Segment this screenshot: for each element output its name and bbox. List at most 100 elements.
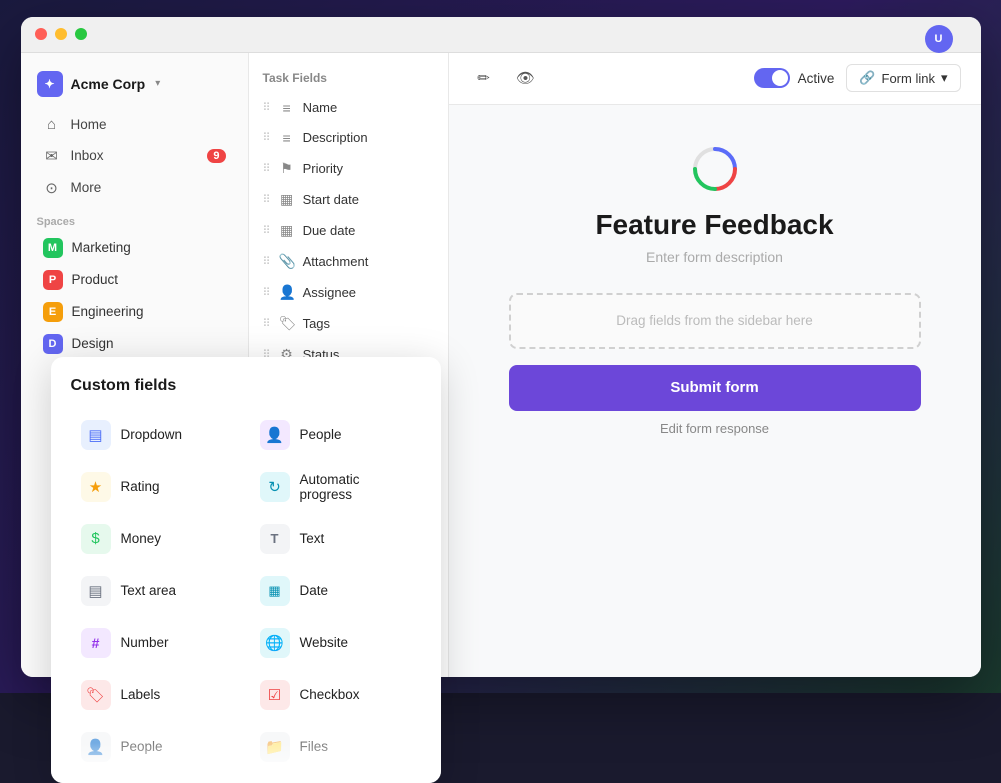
date-icon: ▦: [260, 576, 290, 606]
drag-handle-icon: ⠿: [263, 193, 271, 206]
form-link-chevron-icon: ▾: [941, 70, 948, 86]
custom-fields-grid: ▤ Dropdown 👤 People ★ Rating ↻ Automatic…: [71, 411, 421, 771]
description-field-icon: ≡: [279, 130, 295, 146]
field-startdate-label: Start date: [303, 192, 359, 207]
task-fields-label: Task Fields: [249, 67, 448, 93]
priority-field-icon: ⚑: [279, 160, 295, 177]
cf-item-number[interactable]: # Number: [71, 619, 242, 667]
custom-fields-popup: Custom fields ▤ Dropdown 👤 People ★ Rati…: [51, 357, 441, 783]
cf-item-date[interactable]: ▦ Date: [250, 567, 421, 615]
drag-handle-icon: ⠿: [263, 286, 271, 299]
field-start-date[interactable]: ⠿ ▦ Start date: [249, 184, 448, 215]
sidebar-item-more[interactable]: ⊙ More: [27, 172, 242, 204]
cf-people-label: People: [300, 427, 342, 442]
money-icon: $: [81, 524, 111, 554]
cf-item-money[interactable]: $ Money: [71, 515, 242, 563]
cf-text-label: Text: [300, 531, 325, 546]
dropdown-icon: ▤: [81, 420, 111, 450]
cf-item-text-area[interactable]: ▤ Text area: [71, 567, 242, 615]
sidebar-item-product[interactable]: P Product: [27, 264, 242, 296]
form-description: Enter form description: [646, 249, 783, 265]
checkbox-icon: ☑: [260, 680, 290, 710]
cf-item-website[interactable]: 🌐 Website: [250, 619, 421, 667]
cf-website-label: Website: [300, 635, 349, 650]
drop-zone: Drag fields from the sidebar here: [509, 293, 921, 349]
field-attachment[interactable]: ⠿ 📎 Attachment: [249, 246, 448, 277]
cf-date-label: Date: [300, 583, 329, 598]
cf-dropdown-label: Dropdown: [121, 427, 183, 442]
marketing-space-icon: M: [43, 238, 63, 258]
more-icon: ⊙: [43, 179, 61, 197]
edit-button[interactable]: ✏: [469, 63, 499, 93]
spinner: [691, 145, 739, 193]
active-label: Active: [798, 71, 835, 86]
cf-people2-label: People: [121, 739, 163, 754]
titlebar: U: [21, 17, 981, 53]
cf-item-files[interactable]: 📁 Files: [250, 723, 421, 771]
rating-icon: ★: [81, 472, 111, 502]
drag-handle-icon: ⠿: [263, 101, 271, 114]
preview-button[interactable]: 👁: [511, 63, 541, 93]
active-switch[interactable]: [754, 68, 790, 88]
design-label: Design: [72, 336, 114, 351]
name-field-icon: ≡: [279, 100, 295, 116]
cf-text-area-label: Text area: [121, 583, 177, 598]
sidebar-item-marketing[interactable]: M Marketing: [27, 232, 242, 264]
field-due-date[interactable]: ⠿ ▦ Due date: [249, 215, 448, 246]
cf-item-dropdown[interactable]: ▤ Dropdown: [71, 411, 242, 459]
submit-button[interactable]: Submit form: [509, 365, 921, 411]
field-assignee-label: Assignee: [303, 285, 356, 300]
drag-handle-icon: ⠿: [263, 162, 271, 175]
cf-auto-progress-label: Automatic progress: [300, 472, 411, 502]
assignee-field-icon: 👤: [279, 284, 295, 301]
form-link-label: Form link: [882, 71, 935, 86]
field-priority[interactable]: ⠿ ⚑ Priority: [249, 153, 448, 184]
form-title: Feature Feedback: [595, 209, 833, 241]
field-attachment-label: Attachment: [303, 254, 369, 269]
close-button[interactable]: [35, 28, 47, 40]
field-description[interactable]: ⠿ ≡ Description: [249, 123, 448, 153]
field-name-label: Name: [303, 100, 338, 115]
inbox-icon: ✉: [43, 147, 61, 165]
engineering-label: Engineering: [72, 304, 144, 319]
edit-icon: ✏: [477, 69, 490, 87]
cf-item-labels[interactable]: 🏷 Labels: [71, 671, 242, 719]
drop-zone-text: Drag fields from the sidebar here: [616, 313, 813, 328]
user-avatar[interactable]: U: [925, 25, 953, 53]
edit-response-link[interactable]: Edit form response: [660, 421, 769, 436]
sidebar-item-home[interactable]: ⌂ Home: [27, 109, 242, 140]
people-icon: 👤: [260, 420, 290, 450]
field-tags[interactable]: ⠿ 🏷 Tags: [249, 308, 448, 339]
cf-item-automatic-progress[interactable]: ↻ Automatic progress: [250, 463, 421, 511]
sidebar-item-engineering[interactable]: E Engineering: [27, 296, 242, 328]
text-area-icon: ▤: [81, 576, 111, 606]
field-assignee[interactable]: ⠿ 👤 Assignee: [249, 277, 448, 308]
minimize-button[interactable]: [55, 28, 67, 40]
cf-item-people[interactable]: 👤 People: [250, 411, 421, 459]
main-toolbar: ✏ 👁 Active 🔗: [449, 53, 981, 105]
workspace-name: Acme Corp: [71, 76, 146, 92]
form-area: Feature Feedback Enter form description …: [449, 105, 981, 677]
main-content: ✏ 👁 Active 🔗: [449, 53, 981, 677]
field-name[interactable]: ⠿ ≡ Name: [249, 93, 448, 123]
attachment-field-icon: 📎: [279, 253, 295, 270]
form-link-button[interactable]: 🔗 Form link ▾: [846, 64, 960, 92]
auto-progress-icon: ↻: [260, 472, 290, 502]
workspace-chevron-icon: ▾: [155, 78, 160, 89]
workspace-header[interactable]: ✦ Acme Corp ▾: [21, 65, 248, 109]
engineering-space-icon: E: [43, 302, 63, 322]
drag-handle-icon: ⠿: [263, 131, 271, 144]
cf-item-checkbox[interactable]: ☑ Checkbox: [250, 671, 421, 719]
cf-item-text[interactable]: T Text: [250, 515, 421, 563]
field-description-label: Description: [303, 130, 368, 145]
files-icon: 📁: [260, 732, 290, 762]
maximize-button[interactable]: [75, 28, 87, 40]
cf-item-people2[interactable]: 👤 People: [71, 723, 242, 771]
sidebar-item-design[interactable]: D Design: [27, 328, 242, 360]
product-space-icon: P: [43, 270, 63, 290]
number-icon: #: [81, 628, 111, 658]
cf-item-rating[interactable]: ★ Rating: [71, 463, 242, 511]
marketing-label: Marketing: [72, 240, 131, 255]
link-icon: 🔗: [859, 70, 875, 86]
sidebar-item-inbox[interactable]: ✉ Inbox 9: [27, 140, 242, 172]
